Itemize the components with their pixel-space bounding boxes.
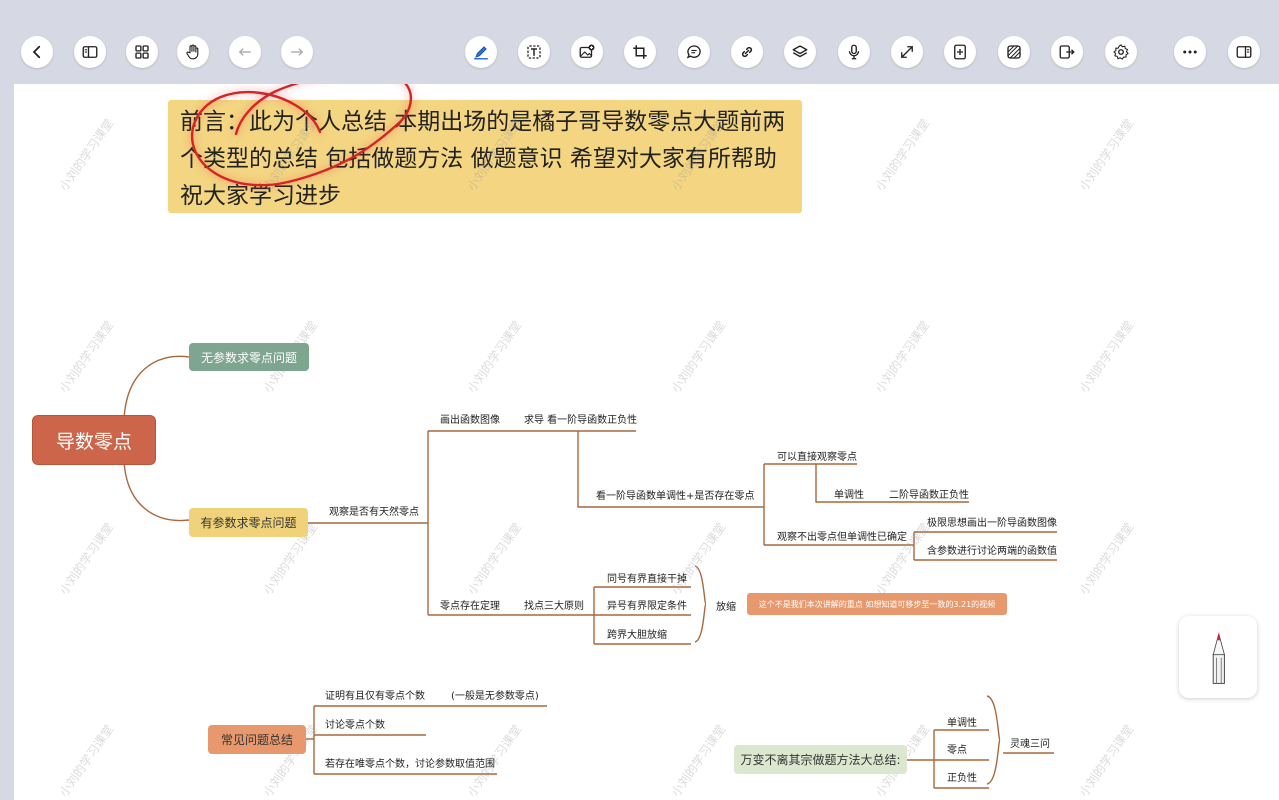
- shape-fill-icon: [1007, 45, 1021, 59]
- back-button[interactable]: [21, 36, 53, 68]
- export-button[interactable]: [1051, 36, 1083, 68]
- add-page-button[interactable]: [944, 36, 976, 68]
- split-view-icon: [1236, 46, 1252, 58]
- pen-tool-button[interactable]: [465, 36, 497, 68]
- image-add-button[interactable]: [571, 36, 603, 68]
- microphone-button[interactable]: [838, 36, 870, 68]
- crop-button[interactable]: [624, 36, 656, 68]
- add-page-icon: [954, 44, 966, 60]
- redo-icon: [291, 48, 304, 56]
- hand-icon: [186, 44, 199, 60]
- export-icon: [1059, 45, 1075, 59]
- shape-fill-button[interactable]: [998, 36, 1030, 68]
- microphone-icon: [848, 44, 860, 60]
- comment-button[interactable]: [678, 36, 710, 68]
- redo-button[interactable]: [281, 36, 313, 68]
- hand-tool-button[interactable]: [177, 36, 209, 68]
- split-view-button[interactable]: [1228, 36, 1260, 68]
- link-icon: [741, 46, 753, 58]
- layers-icon: [792, 45, 808, 58]
- expand-icon: [901, 46, 913, 58]
- top-toolbar: [0, 0, 1279, 84]
- back-icon: [32, 45, 41, 59]
- grid-button[interactable]: [126, 36, 158, 68]
- text-icon: [527, 45, 541, 59]
- undo-button[interactable]: [229, 36, 261, 68]
- sidebar-button[interactable]: [74, 36, 106, 68]
- sidebar-icon: [82, 46, 98, 58]
- red-ink-circle: [191, 84, 412, 187]
- comment-icon: [686, 45, 701, 59]
- more-icon: [1183, 50, 1197, 54]
- image-add-icon: [579, 44, 595, 58]
- expand-button[interactable]: [891, 36, 923, 68]
- undo-icon: [238, 48, 251, 56]
- pen-icon: [474, 46, 488, 60]
- link-button[interactable]: [731, 36, 763, 68]
- note-canvas[interactable]: 前言：此为个人总结 本期出场的是橘子哥导数零点大题前两个类型的总结 包括做题方法…: [14, 84, 1279, 800]
- text-tool-button[interactable]: [518, 36, 550, 68]
- ink-annotation-layer: [191, 84, 412, 187]
- more-button[interactable]: [1174, 36, 1206, 68]
- settings-button[interactable]: [1105, 36, 1137, 68]
- grid-icon: [135, 45, 149, 59]
- crop-icon: [633, 45, 647, 59]
- settings-icon: [1113, 44, 1129, 60]
- layers-button[interactable]: [784, 36, 816, 68]
